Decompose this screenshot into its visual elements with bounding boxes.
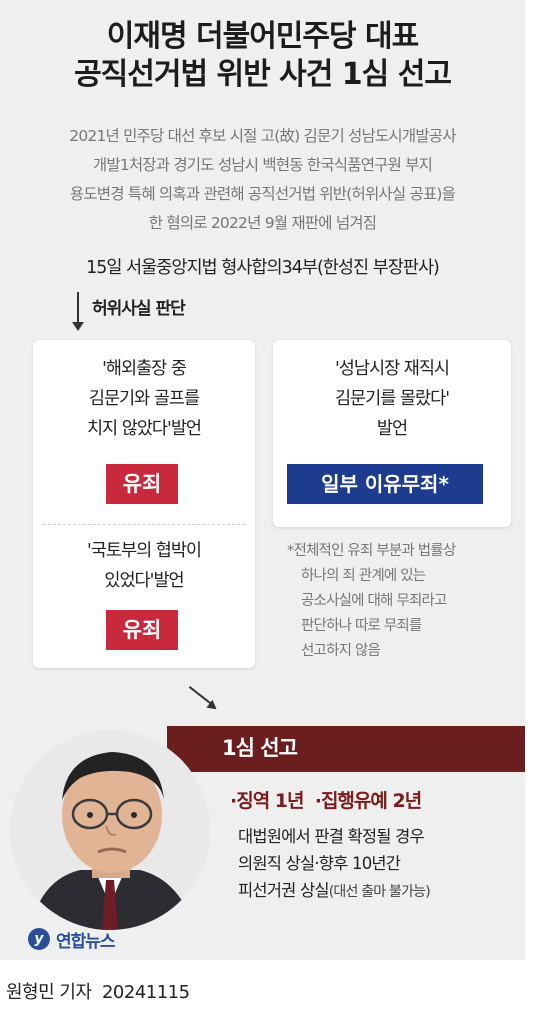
statement-line: '성남시장 재직시 bbox=[334, 359, 450, 379]
statement-line: 김문기를 몰랐다' bbox=[334, 389, 450, 409]
statement-line: '국토부의 협박이 bbox=[86, 541, 202, 561]
portrait-illustration bbox=[10, 730, 210, 930]
footnote-line: 선고하지 않음 bbox=[301, 643, 381, 659]
consequence-note: (대선 출마 불가능) bbox=[328, 884, 431, 900]
sentence-text: ·징역 1년 ·집행유예 2년 bbox=[230, 790, 422, 812]
defendant-photo bbox=[10, 730, 210, 930]
statement-line: 김문기와 골프를 bbox=[88, 389, 200, 409]
arrow-head-icon bbox=[72, 322, 84, 331]
partial-acquittal-badge: 일부 이유무죄* bbox=[287, 464, 483, 504]
yonhap-logo: y 연합뉴스 bbox=[28, 924, 116, 954]
statement-line: 있었다'발언 bbox=[104, 571, 184, 591]
consequences: 대법원에서 판결 확정될 경우 의원직 상실·향후 10년간 피선거권 상실(대… bbox=[238, 823, 431, 906]
consequence-text: 피선거권 상실 bbox=[238, 881, 330, 900]
judgment-label: 허위사실 판단 bbox=[92, 299, 186, 319]
left-judgment-card: '해외출장 중 김문기와 골프를 치지 않았다'발언 유죄 '국토부의 협박이 … bbox=[33, 340, 255, 668]
guilty-badge-1: 유죄 bbox=[106, 464, 178, 504]
statement-ministry: '국토부의 협박이 있었다'발언 bbox=[33, 536, 255, 596]
reporter-credit: 원형민 기자 20241115 bbox=[6, 982, 190, 1003]
arrow-down-icon bbox=[77, 292, 79, 326]
right-judgment-card: '성남시장 재직시 김문기를 몰랐다' 발언 일부 이유무죄* bbox=[273, 340, 511, 527]
statement-line: 발언 bbox=[376, 419, 408, 439]
guilty-badge-2: 유죄 bbox=[106, 610, 178, 650]
description-line: 2021년 민주당 대선 후보 시절 고(故) 김문기 성남도시개발공사 bbox=[69, 127, 456, 145]
consequence-line: 대법원에서 판결 확정될 경우 bbox=[238, 827, 425, 846]
consequence-line-last: 피선거권 상실(대선 출마 불가능) bbox=[238, 877, 431, 906]
description-line: 한 혐의로 2022년 9월 재판에 넘겨짐 bbox=[148, 214, 377, 232]
statement-line: 치지 않았다'발언 bbox=[86, 419, 202, 439]
yonhap-logo-icon: y bbox=[28, 928, 50, 950]
statement-mayor: '성남시장 재직시 김문기를 몰랐다' 발언 bbox=[273, 354, 511, 444]
footnote-line: *전체적인 유죄 부분과 법률상 bbox=[287, 543, 456, 559]
description-line: 개발1처장과 경기도 성남시 백현동 한국식품연구원 부지 bbox=[92, 156, 433, 174]
footnote-line: 판단하나 따로 무죄를 bbox=[301, 618, 422, 634]
statement-golf: '해외출장 중 김문기와 골프를 치지 않았다'발언 bbox=[33, 354, 255, 444]
background-description: 2021년 민주당 대선 후보 시절 고(故) 김문기 성남도시개발공사 개발1… bbox=[0, 122, 525, 238]
footnote-line: 하나의 죄 관계에 있는 bbox=[301, 568, 426, 584]
infographic-panel: 이재명 더불어민주당 대표 공직선거법 위반 사건 1심 선고 2021년 민주… bbox=[0, 0, 525, 960]
title-line-1: 이재명 더불어민주당 대표 bbox=[106, 19, 420, 54]
footnote: *전체적인 유죄 부분과 법률상 하나의 죄 관계에 있는 공소사실에 대해 무… bbox=[287, 539, 525, 664]
yonhap-logo-text: 연합뉴스 bbox=[56, 931, 116, 952]
footnote-line: 공소사실에 대해 무죄라고 bbox=[301, 593, 447, 609]
statement-line: '해외출장 중 bbox=[102, 359, 187, 379]
description-line: 용도변경 특혜 의혹과 관련해 공직선거법 위반(허위사실 공표)을 bbox=[69, 185, 456, 203]
verdict-title: 1심 선고 bbox=[222, 736, 298, 760]
court-info: 15일 서울중앙지법 형사합의34부(한성진 부장판사) bbox=[86, 258, 440, 278]
verdict-bar bbox=[167, 726, 525, 772]
title-line-2: 공직선거법 위반 사건 1심 선고 bbox=[74, 57, 452, 92]
card-divider bbox=[43, 524, 245, 525]
consequence-line: 의원직 상실·향후 10년간 bbox=[238, 854, 401, 873]
